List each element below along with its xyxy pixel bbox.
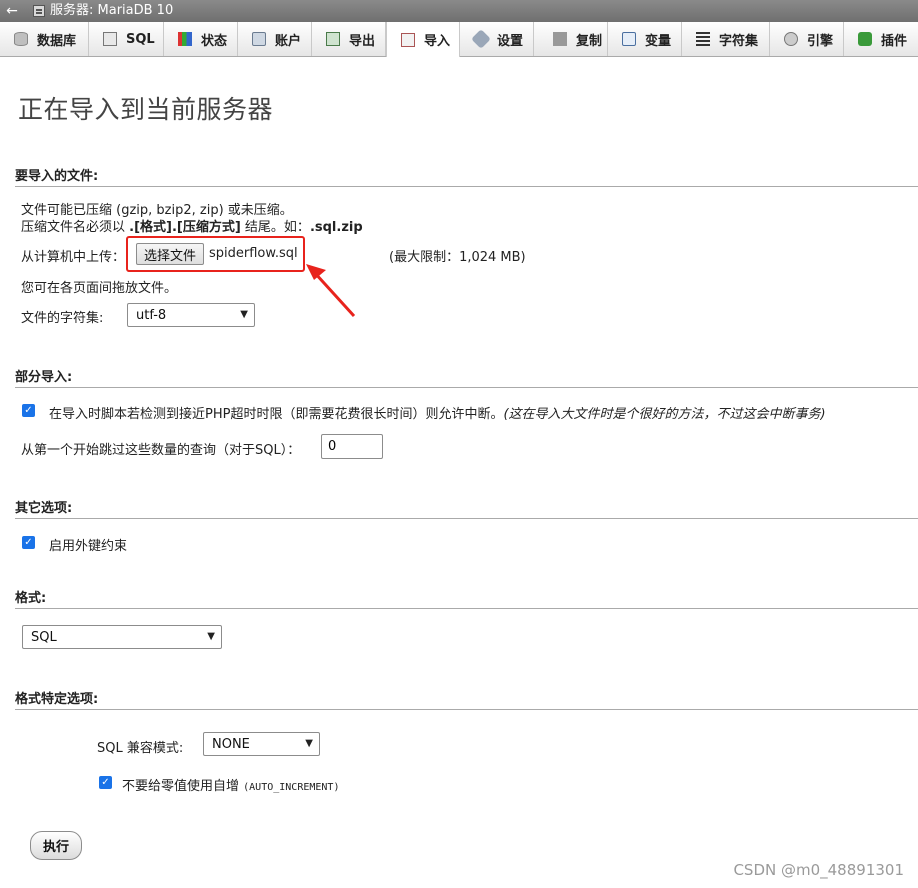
import-icon bbox=[401, 32, 415, 47]
sql-compat-selected-value: NONE bbox=[212, 736, 250, 752]
tab-label: 引擎 bbox=[807, 33, 834, 49]
partial-section-legend: 部分导入: bbox=[15, 366, 918, 388]
tab-status[interactable]: 状态 bbox=[164, 22, 238, 56]
tab-label: 设置 bbox=[497, 33, 524, 49]
tab-databases[interactable]: 数据库 bbox=[0, 22, 89, 56]
other-section-legend: 其它选项: bbox=[15, 497, 918, 519]
tab-label: 导出 bbox=[349, 33, 376, 49]
tab-label: 插件 bbox=[881, 33, 908, 49]
tab-export[interactable]: 导出 bbox=[312, 22, 386, 56]
no-auto-value-code: (AUTO_INCREMENT) bbox=[243, 782, 340, 793]
tab-label: 账户 bbox=[275, 33, 302, 49]
export-icon bbox=[326, 32, 340, 46]
tab-label: SQL bbox=[126, 31, 155, 47]
users-icon bbox=[252, 32, 266, 46]
max-upload-limit: (最大限制：1,024 MB) bbox=[389, 250, 526, 265]
variables-icon bbox=[622, 32, 636, 46]
tab-users[interactable]: 账户 bbox=[238, 22, 312, 56]
no-auto-value-label: 不要给零值使用自增 (AUTO_INCREMENT) bbox=[122, 775, 339, 794]
sql-icon bbox=[103, 32, 117, 46]
charset-select[interactable]: utf-8 ▼ bbox=[127, 303, 255, 327]
plugins-icon bbox=[858, 32, 872, 46]
server-icon bbox=[33, 5, 45, 17]
top-tab-bar: 数据库 SQL 状态 账户 导出 导入 设置 复制 变量 字符集 引擎 插件 bbox=[0, 22, 918, 57]
foreign-keys-label: 启用外键约束 bbox=[49, 539, 128, 554]
choose-file-button[interactable]: 选择文件 bbox=[136, 243, 204, 265]
sql-compat-select[interactable]: NONE ▼ bbox=[203, 732, 320, 756]
file-section-legend: 要导入的文件: bbox=[15, 165, 918, 187]
sql-compat-label: SQL 兼容模式: bbox=[97, 741, 184, 756]
status-icon bbox=[178, 32, 192, 46]
charset-label: 文件的字符集: bbox=[21, 311, 104, 326]
tab-settings[interactable]: 设置 bbox=[460, 22, 534, 56]
annotation-arrow-icon bbox=[306, 264, 356, 318]
watermark: CSDN @m0_48891301 bbox=[733, 861, 904, 879]
title-bar: ← 服务器: MariaDB 10 bbox=[0, 0, 918, 22]
tab-variables[interactable]: 变量 bbox=[608, 22, 682, 56]
chevron-down-icon: ▼ bbox=[207, 631, 215, 642]
tab-engines[interactable]: 引擎 bbox=[770, 22, 844, 56]
tab-label: 数据库 bbox=[37, 33, 77, 49]
tab-label: 复制 bbox=[576, 33, 603, 49]
allow-interrupt-label: 在导入时脚本若检测到接近PHP超时时限（即需要花费很长时间）则允许中断。(这在导… bbox=[49, 403, 826, 422]
chevron-down-icon: ▼ bbox=[240, 309, 248, 320]
database-icon bbox=[14, 32, 28, 46]
format-section-legend: 格式: bbox=[15, 587, 918, 609]
selected-file-name: spiderflow.sql bbox=[209, 246, 298, 261]
tab-plugins[interactable]: 插件 bbox=[844, 22, 918, 56]
filename-note-text: 结尾。如： bbox=[240, 220, 310, 235]
skip-queries-label: 从第一个开始跳过这些数量的查询（对于SQL）： bbox=[21, 443, 301, 458]
filename-note-format: .[格式].[压缩方式] bbox=[129, 220, 241, 235]
filename-note-example: .sql.zip bbox=[309, 220, 363, 235]
charsets-icon bbox=[696, 32, 710, 46]
format-select[interactable]: SQL ▼ bbox=[22, 625, 222, 649]
chevron-down-icon: ▼ bbox=[305, 738, 313, 749]
window-title: 服务器: MariaDB 10 bbox=[50, 3, 174, 18]
go-button[interactable]: 执行 bbox=[30, 831, 82, 860]
tab-import[interactable]: 导入 bbox=[386, 22, 460, 57]
engines-icon bbox=[784, 32, 798, 46]
foreign-keys-checkbox[interactable]: ✓ bbox=[22, 536, 35, 549]
tab-replication[interactable]: 复制 bbox=[534, 22, 608, 56]
no-auto-value-checkbox[interactable]: ✓ bbox=[99, 776, 112, 789]
settings-icon bbox=[471, 29, 491, 49]
tab-sql[interactable]: SQL bbox=[89, 22, 164, 56]
tab-label: 变量 bbox=[645, 33, 672, 49]
format-options-legend: 格式特定选项: bbox=[15, 688, 918, 710]
allow-interrupt-text: 在导入时脚本若检测到接近PHP超时时限（即需要花费很长时间）则允许中断。 bbox=[49, 407, 504, 422]
upload-label: 从计算机中上传： bbox=[21, 250, 126, 265]
no-auto-value-text: 不要给零值使用自增 bbox=[122, 779, 244, 794]
page-title: 正在导入到当前服务器 bbox=[18, 95, 274, 124]
tab-charsets[interactable]: 字符集 bbox=[682, 22, 770, 56]
replication-icon bbox=[553, 32, 567, 46]
format-selected-value: SQL bbox=[31, 629, 57, 645]
allow-interrupt-note: (这在导入大文件时是个很好的方法，不过这会中断事务) bbox=[503, 407, 826, 422]
filename-note: 压缩文件名必须以 .[格式].[压缩方式] 结尾。如：.sql.zip bbox=[21, 216, 363, 235]
skip-queries-input[interactable] bbox=[321, 434, 383, 459]
tab-label: 状态 bbox=[201, 33, 228, 49]
charset-selected-value: utf-8 bbox=[136, 307, 167, 323]
back-arrow-icon[interactable]: ← bbox=[3, 0, 21, 22]
filename-note-text: 压缩文件名必须以 bbox=[21, 220, 130, 235]
allow-interrupt-checkbox[interactable]: ✓ bbox=[22, 404, 35, 417]
drag-drop-note: 您可在各页面间拖放文件。 bbox=[21, 281, 178, 296]
tab-label: 字符集 bbox=[719, 33, 759, 49]
tab-label: 导入 bbox=[424, 34, 451, 49]
